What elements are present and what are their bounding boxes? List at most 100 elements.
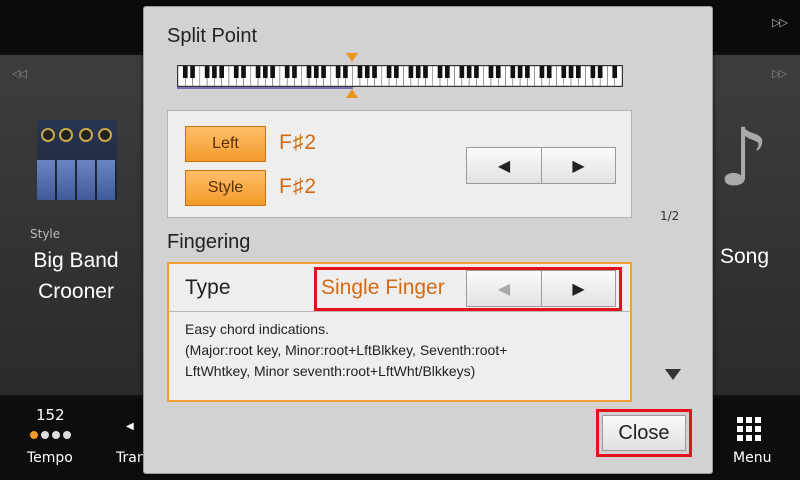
black-key [474, 66, 479, 78]
music-stand [77, 160, 96, 200]
black-key [306, 66, 312, 78]
black-key [394, 66, 399, 78]
split-point-title: Split Point [167, 25, 258, 47]
fingering-type-arrows: ◀ ▶ [466, 270, 616, 307]
tempo-value[interactable]: 152 [36, 406, 65, 424]
triangle-right-icon: ▶ [572, 156, 585, 175]
page-indicator: 1/2 [660, 209, 680, 223]
music-stand [37, 160, 56, 200]
black-key [546, 66, 552, 78]
style-panel[interactable] [0, 55, 144, 395]
top-scroll-right-icon[interactable]: ▷▷ [772, 16, 788, 29]
scroll-down-icon[interactable] [665, 369, 681, 380]
left-split-value: F♯2 [279, 131, 318, 154]
black-key [437, 66, 443, 78]
fingering-type-label: Type [185, 276, 231, 299]
black-key [321, 66, 326, 78]
black-key [255, 66, 261, 78]
close-button[interactable]: Close [602, 415, 686, 451]
menu-grid-icon[interactable] [737, 417, 761, 441]
panel-grip-left-icon[interactable]: ◁◁ [12, 67, 27, 80]
left-button[interactable]: Left [185, 126, 266, 162]
black-key [517, 66, 523, 78]
black-key [182, 66, 188, 78]
fingering-type-value: Single Finger [321, 276, 445, 299]
song-panel[interactable] [712, 55, 800, 395]
black-key [459, 66, 465, 78]
triangle-left-icon: ◀ [497, 156, 511, 175]
style-split-value: F♯2 [279, 175, 318, 198]
black-key [510, 66, 516, 78]
black-key [270, 66, 275, 78]
black-key [561, 66, 567, 78]
black-key [284, 66, 290, 78]
black-key [335, 66, 341, 78]
song-label[interactable]: Song [720, 245, 769, 269]
tempo-label[interactable]: Tempo [27, 450, 73, 466]
fingering-box: Type Single Finger ◀ ▶ Easy chord indica… [167, 262, 632, 402]
black-key [204, 66, 210, 78]
black-key [233, 66, 239, 78]
description-line: LftWhtkey, Minor seventh:root+LftWht/Blk… [185, 363, 476, 379]
musician-icon [79, 128, 93, 142]
black-key [212, 66, 217, 78]
music-stand [57, 160, 76, 200]
fingering-prev-button[interactable]: ◀ [467, 271, 541, 306]
split-decrease-button[interactable]: ◀ [467, 148, 541, 183]
black-key [241, 66, 246, 78]
black-key [408, 66, 414, 78]
split-point-settings-box: Left F♯2 Style F♯2 ◀ ▶ [167, 110, 632, 218]
black-key [576, 66, 581, 78]
black-key [386, 66, 392, 78]
black-key [263, 66, 268, 78]
black-key [292, 66, 297, 78]
black-key [466, 66, 472, 78]
musician-icon [59, 128, 73, 142]
tempo-dot [41, 431, 49, 439]
black-key [612, 66, 618, 78]
split-marker-bottom-icon [346, 89, 358, 98]
transpose-arrow-icon: ◀ [126, 421, 134, 432]
transpose-label[interactable]: Tran [116, 450, 146, 466]
tempo-dot [30, 431, 38, 439]
black-key [219, 66, 224, 78]
style-category-label: Style [30, 227, 61, 241]
musician-icon [98, 128, 112, 142]
music-stand [97, 160, 116, 200]
split-point-arrows: ◀ ▶ [466, 147, 616, 184]
black-key [415, 66, 421, 78]
style-name[interactable]: Big Band Crooner [20, 245, 132, 307]
style-thumbnail[interactable] [37, 120, 117, 200]
panel-grip-right-icon[interactable]: ▷▷ [772, 67, 787, 80]
black-key [343, 66, 348, 78]
triangle-right-icon: ▶ [572, 279, 585, 298]
black-key [190, 66, 195, 78]
black-key [488, 66, 494, 78]
split-marker-top-icon [346, 53, 358, 62]
description-line: Easy chord indications. [185, 321, 329, 337]
black-key [568, 66, 574, 78]
triangle-left-icon: ◀ [497, 279, 511, 298]
tempo-indicator-icon [30, 431, 71, 439]
split-increase-button[interactable]: ▶ [541, 148, 615, 183]
black-key [444, 66, 450, 78]
style-name-line: Big Band [33, 249, 119, 272]
musician-icon [41, 128, 55, 142]
black-key [372, 66, 377, 78]
black-key [357, 66, 363, 78]
tempo-dot [52, 431, 60, 439]
tempo-dot [63, 431, 71, 439]
style-button[interactable]: Style [185, 170, 266, 206]
menu-label[interactable]: Menu [733, 450, 771, 466]
fingering-title: Fingering [167, 231, 251, 253]
keyboard-keys [178, 66, 622, 86]
black-key [423, 66, 428, 78]
black-key [539, 66, 545, 78]
description-line: (Major:root key, Minor:root+LftBlkkey, S… [185, 342, 508, 358]
keyboard-graphic[interactable] [177, 65, 623, 87]
black-key [597, 66, 603, 78]
fingering-next-button[interactable]: ▶ [541, 271, 615, 306]
black-key [313, 66, 319, 78]
black-key [364, 66, 370, 78]
black-key [495, 66, 501, 78]
